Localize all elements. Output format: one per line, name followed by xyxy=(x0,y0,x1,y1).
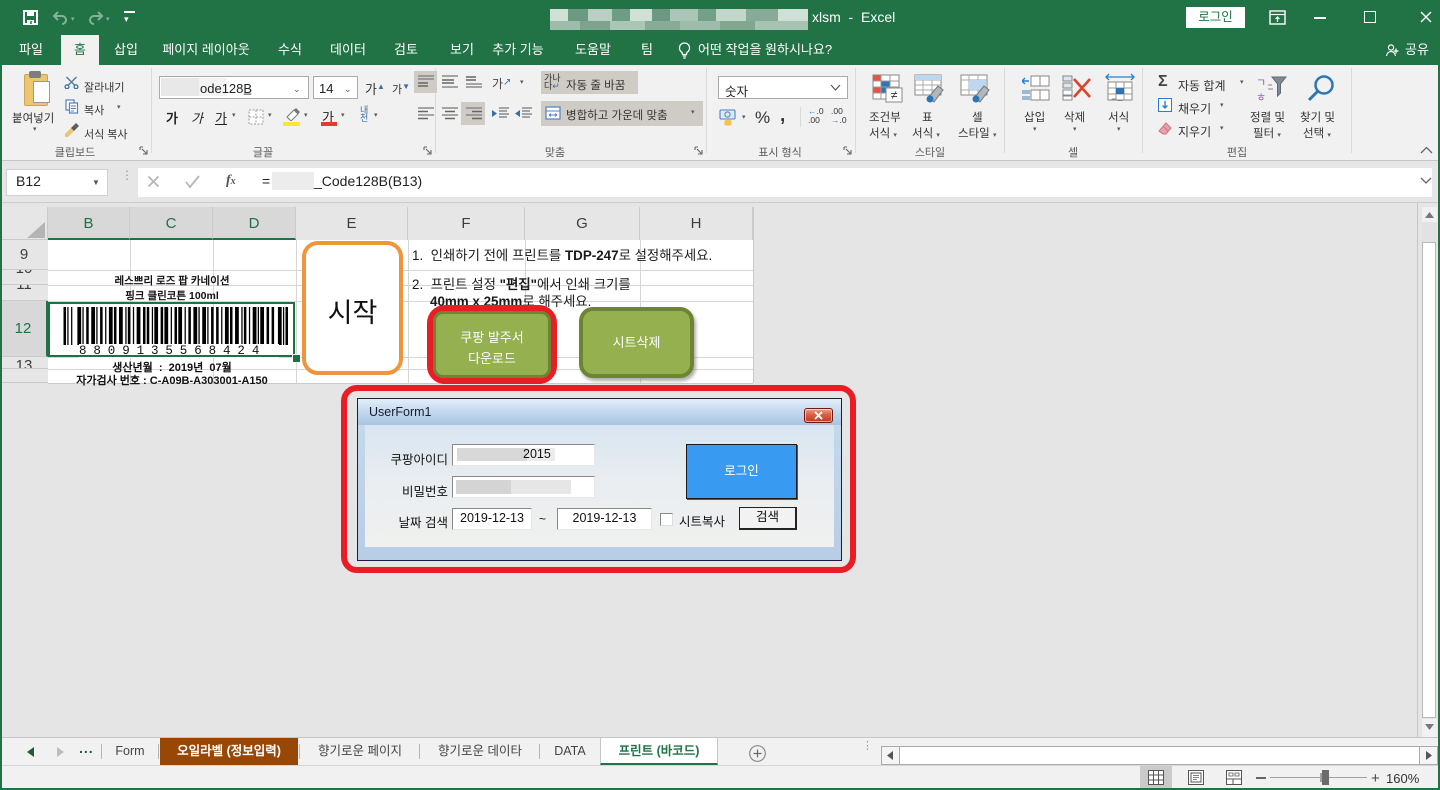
svg-text:≠: ≠ xyxy=(891,88,898,102)
svg-text:ㄱ: ㄱ xyxy=(1256,77,1266,89)
svg-text:ㅎ: ㅎ xyxy=(1256,92,1266,104)
